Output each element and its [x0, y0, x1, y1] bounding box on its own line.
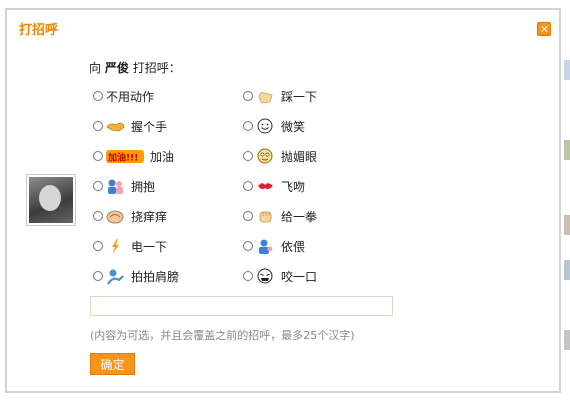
background-strip — [564, 60, 570, 80]
option-tickle[interactable]: 挠痒痒 — [93, 206, 167, 226]
radio-button[interactable] — [93, 181, 103, 191]
option-label: 加油 — [150, 149, 175, 164]
option-bite[interactable]: 咬一口 — [243, 266, 317, 286]
bite-icon — [256, 268, 275, 285]
pat-shoulder-icon — [106, 268, 125, 285]
option-label: 咬一口 — [281, 269, 318, 284]
option-no-action[interactable]: 不用动作 — [93, 86, 154, 106]
option-zap[interactable]: 电一下 — [93, 236, 167, 256]
radio-button[interactable] — [243, 181, 253, 191]
tickle-icon — [106, 208, 125, 225]
cheer-icon: 加油!!! — [106, 148, 144, 165]
option-smile[interactable]: 微笑 — [243, 116, 305, 136]
option-hug[interactable]: 拥抱 — [93, 176, 155, 196]
avatar[interactable] — [26, 174, 76, 226]
option-label: 挠痒痒 — [131, 209, 168, 224]
option-cuddle[interactable]: 依偎 — [243, 236, 305, 256]
radio-button[interactable] — [93, 271, 103, 281]
background-strip — [564, 260, 570, 280]
confirm-button[interactable]: 确定 — [90, 353, 135, 375]
option-cheer[interactable]: 加油!!! 加油 — [93, 146, 174, 166]
wink-icon — [256, 148, 275, 165]
option-step[interactable]: 踩一下 — [243, 86, 317, 106]
option-handshake[interactable]: 握个手 — [93, 116, 167, 136]
background-strip — [564, 140, 570, 160]
cuddle-icon — [256, 238, 275, 255]
option-label: 依偎 — [281, 239, 306, 254]
radio-button[interactable] — [243, 151, 253, 161]
dialog-title: 打招呼 — [19, 23, 59, 38]
option-wink[interactable]: 抛媚眼 — [243, 146, 317, 166]
kiss-icon — [256, 178, 275, 195]
option-label: 飞吻 — [281, 179, 306, 194]
greeting-dialog: 打招呼 向 严俊 打招呼： 不用动作 握个手 加油!!! 加油 拥抱 挠痒痒 电… — [5, 8, 561, 393]
radio-button[interactable] — [243, 241, 253, 251]
background-strip — [564, 215, 570, 235]
step-icon — [256, 88, 275, 105]
radio-button[interactable] — [93, 241, 103, 251]
option-label: 不用动作 — [106, 89, 155, 104]
radio-button[interactable] — [243, 91, 253, 101]
option-label: 握个手 — [131, 119, 168, 134]
target-user-name[interactable]: 严俊 — [105, 61, 129, 75]
option-label: 微笑 — [281, 119, 306, 134]
option-label: 给一拳 — [281, 209, 318, 224]
radio-button[interactable] — [243, 121, 253, 131]
lightning-icon — [106, 238, 125, 255]
radio-button[interactable] — [93, 151, 103, 161]
greeting-message-input[interactable] — [90, 296, 393, 316]
radio-button[interactable] — [243, 211, 253, 221]
option-punch[interactable]: 给一拳 — [243, 206, 317, 226]
option-pat-shoulder[interactable]: 拍拍肩膀 — [93, 266, 179, 286]
intro-suffix: 打招呼： — [132, 61, 181, 75]
radio-button[interactable] — [93, 211, 103, 221]
handshake-icon — [106, 118, 125, 135]
intro-prefix: 向 — [89, 61, 102, 75]
punch-icon — [256, 208, 275, 225]
radio-button[interactable] — [93, 91, 103, 101]
hint-text: (内容为可选，并且会覆盖之前的招呼，最多25个汉字) — [90, 329, 355, 342]
cheer-badge-text: 加油!!! — [107, 151, 138, 163]
option-label: 拥抱 — [131, 179, 156, 194]
option-label: 踩一下 — [281, 89, 318, 104]
option-label: 拍拍肩膀 — [131, 269, 180, 284]
intro-text: 向 严俊 打招呼： — [89, 59, 181, 76]
option-blow-kiss[interactable]: 飞吻 — [243, 176, 305, 196]
radio-button[interactable] — [93, 121, 103, 131]
option-label: 电一下 — [131, 239, 168, 254]
smile-icon — [256, 118, 275, 135]
radio-button[interactable] — [243, 271, 253, 281]
hug-icon — [106, 178, 125, 195]
background-strip — [564, 330, 570, 350]
close-icon[interactable] — [537, 22, 551, 36]
option-label: 抛媚眼 — [281, 149, 318, 164]
avatar-photo — [29, 177, 73, 223]
